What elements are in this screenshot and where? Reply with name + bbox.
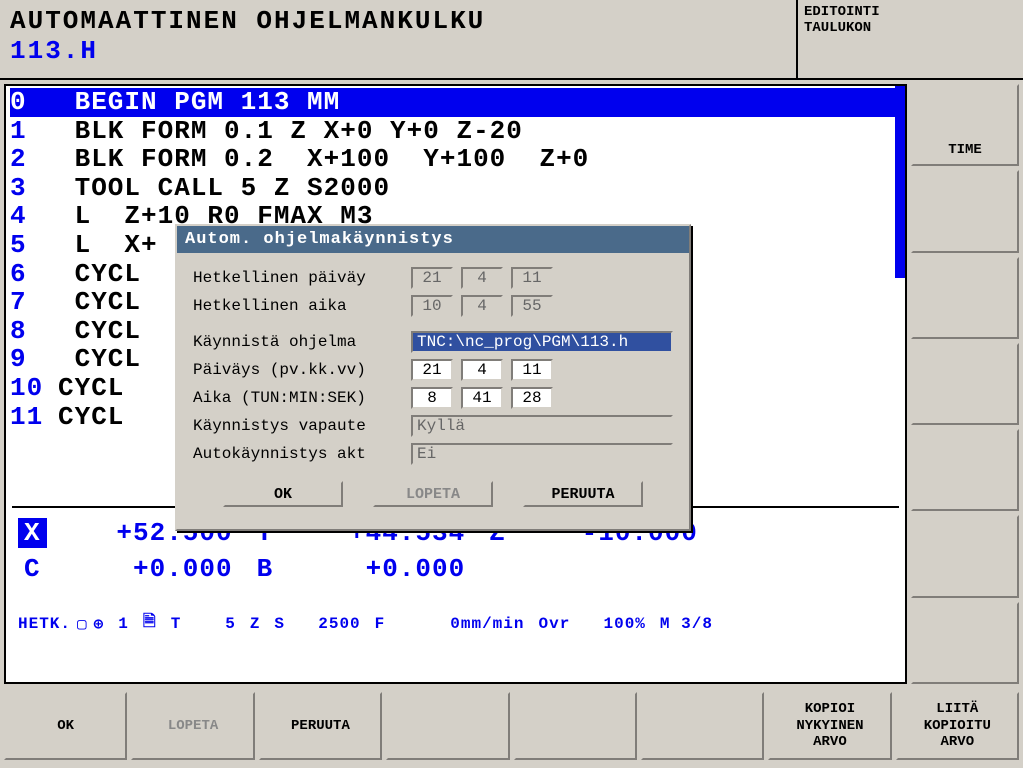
status-s: S 2500 xyxy=(274,615,360,633)
program-line[interactable]: 3 TOOL CALL 5 Z S2000 xyxy=(10,174,901,203)
status-row: HETK. ▢ ⊕ 1 🗎 T 5 Z S 2500 F 0mm/min Ovr… xyxy=(18,610,893,637)
status-hetk: HETK. ▢ ⊕ xyxy=(18,614,104,634)
header-left: AUTOMAATTINEN OHJELMANKULKU 113.H xyxy=(0,0,798,78)
auto-label: Autokäynnistys akt xyxy=(193,445,403,463)
dro-label: B xyxy=(251,554,280,584)
dro-axis-b: B+0.000 xyxy=(251,554,466,584)
row-date: Päiväys (pv.kk.vv) 21 4 11 xyxy=(193,359,673,381)
program-label: Käynnistä ohjelma xyxy=(193,333,403,351)
date-y[interactable]: 11 xyxy=(511,359,553,381)
status-datum: 1 xyxy=(118,615,129,633)
cur-time-s: 55 xyxy=(511,295,553,317)
softkey-empty[interactable] xyxy=(514,692,637,760)
side-button-empty[interactable] xyxy=(911,429,1019,511)
line-number: 3 xyxy=(10,174,58,203)
side-button-time[interactable]: TIME xyxy=(911,84,1019,166)
softkey-kopioi[interactable]: KOPIOI NYKYINEN ARVO xyxy=(768,692,891,760)
line-number: 11 xyxy=(10,403,58,432)
row-current-time: Hetkellinen aika 10 4 55 xyxy=(193,295,673,317)
line-number: 0 xyxy=(10,88,58,117)
scroll-indicator[interactable] xyxy=(895,86,905,278)
softkey-lopeta[interactable]: LOPETA xyxy=(131,692,254,760)
cur-time-m: 4 xyxy=(461,295,503,317)
mode-small-1: EDITOINTI xyxy=(804,4,1017,20)
status-f: F 0mm/min xyxy=(375,615,525,633)
header: AUTOMAATTINEN OHJELMANKULKU 113.H EDITOI… xyxy=(0,0,1023,80)
time-m[interactable]: 41 xyxy=(461,387,503,409)
mode-title: AUTOMAATTINEN OHJELMANKULKU xyxy=(10,6,786,36)
softkey-empty[interactable] xyxy=(386,692,509,760)
dro-label: X xyxy=(18,518,47,548)
dro-label: C xyxy=(18,554,47,584)
line-number: 6 xyxy=(10,260,58,289)
softkey-peruuta[interactable]: PERUUTA xyxy=(259,692,382,760)
line-number: 2 xyxy=(10,145,58,174)
softkey-ok[interactable]: OK xyxy=(4,692,127,760)
dro-value: +0.000 xyxy=(53,554,233,584)
release-label: Käynnistys vapaute xyxy=(193,417,403,435)
cur-date-d: 21 xyxy=(411,267,453,289)
dro-row-2: C+0.000B+0.000 xyxy=(18,554,893,584)
cur-time-h: 10 xyxy=(411,295,453,317)
dro-axis-c: C+0.000 xyxy=(18,554,233,584)
release-value: Kyllä xyxy=(411,415,673,437)
time-h[interactable]: 8 xyxy=(411,387,453,409)
line-number: 4 xyxy=(10,202,58,231)
side-button-empty[interactable] xyxy=(911,343,1019,425)
dialog-body: Hetkellinen päiväy 21 4 11 Hetkellinen a… xyxy=(177,253,689,529)
program-line[interactable]: 0 BEGIN PGM 113 MM xyxy=(10,88,901,117)
side-button-empty[interactable] xyxy=(911,170,1019,252)
program-line[interactable]: 1 BLK FORM 0.1 Z X+0 Y+0 Z-20 xyxy=(10,117,901,146)
softkey-liitä[interactable]: LIITÄ KOPIOITU ARVO xyxy=(896,692,1019,760)
row-auto: Autokäynnistys akt Ei xyxy=(193,443,673,465)
sidebar: TIME xyxy=(911,80,1023,688)
program-line[interactable]: 2 BLK FORM 0.2 X+100 Y+100 Z+0 xyxy=(10,145,901,174)
softkey-row: OKLOPETAPERUUTA KOPIOI NYKYINEN ARVOLIITÄ… xyxy=(0,688,1023,764)
date-label: Päiväys (pv.kk.vv) xyxy=(193,361,403,379)
row-release: Käynnistys vapaute Kyllä xyxy=(193,415,673,437)
program-path-field[interactable]: TNC:\nc_prog\PGM\113.h xyxy=(411,331,673,353)
softkey-empty[interactable] xyxy=(641,692,764,760)
time-label: Aika (TUN:MIN:SEK) xyxy=(193,389,403,407)
line-number: 9 xyxy=(10,345,58,374)
current-time-label: Hetkellinen aika xyxy=(193,297,403,315)
auto-value: Ei xyxy=(411,443,673,465)
autostart-dialog: Autom. ohjelmakäynnistys Hetkellinen päi… xyxy=(175,224,691,531)
status-m: M 3/8 xyxy=(660,615,713,633)
line-number: 8 xyxy=(10,317,58,346)
cur-date-y: 11 xyxy=(511,267,553,289)
date-m[interactable]: 4 xyxy=(461,359,503,381)
status-t: T 5 xyxy=(171,615,236,633)
date-d[interactable]: 21 xyxy=(411,359,453,381)
dialog-title: Autom. ohjelmakäynnistys xyxy=(177,226,689,253)
program-name: 113.H xyxy=(10,36,786,66)
side-button-empty[interactable] xyxy=(911,257,1019,339)
current-date-label: Hetkellinen päiväy xyxy=(193,269,403,287)
status-doc-icon: 🗎 xyxy=(143,610,157,637)
side-button-empty[interactable] xyxy=(911,602,1019,684)
time-s[interactable]: 28 xyxy=(511,387,553,409)
line-number: 10 xyxy=(10,374,58,403)
status-z: Z xyxy=(250,615,261,633)
line-number: 1 xyxy=(10,117,58,146)
dialog-buttons: OK LOPETA PERUUTA xyxy=(193,471,673,519)
cur-date-m: 4 xyxy=(461,267,503,289)
dialog-stop-button[interactable]: LOPETA xyxy=(373,481,493,507)
dialog-ok-button[interactable]: OK xyxy=(223,481,343,507)
dro-value: +0.000 xyxy=(285,554,465,584)
row-time: Aika (TUN:MIN:SEK) 8 41 28 xyxy=(193,387,673,409)
status-ovr: Ovr 100% xyxy=(538,615,645,633)
line-number: 5 xyxy=(10,231,58,260)
mode-small-2: TAULUKON xyxy=(804,20,1017,36)
header-right: EDITOINTI TAULUKON xyxy=(798,0,1023,78)
row-program: Käynnistä ohjelma TNC:\nc_prog\PGM\113.h xyxy=(193,331,673,353)
dialog-cancel-button[interactable]: PERUUTA xyxy=(523,481,643,507)
row-current-date: Hetkellinen päiväy 21 4 11 xyxy=(193,267,673,289)
side-button-empty[interactable] xyxy=(911,515,1019,597)
line-number: 7 xyxy=(10,288,58,317)
